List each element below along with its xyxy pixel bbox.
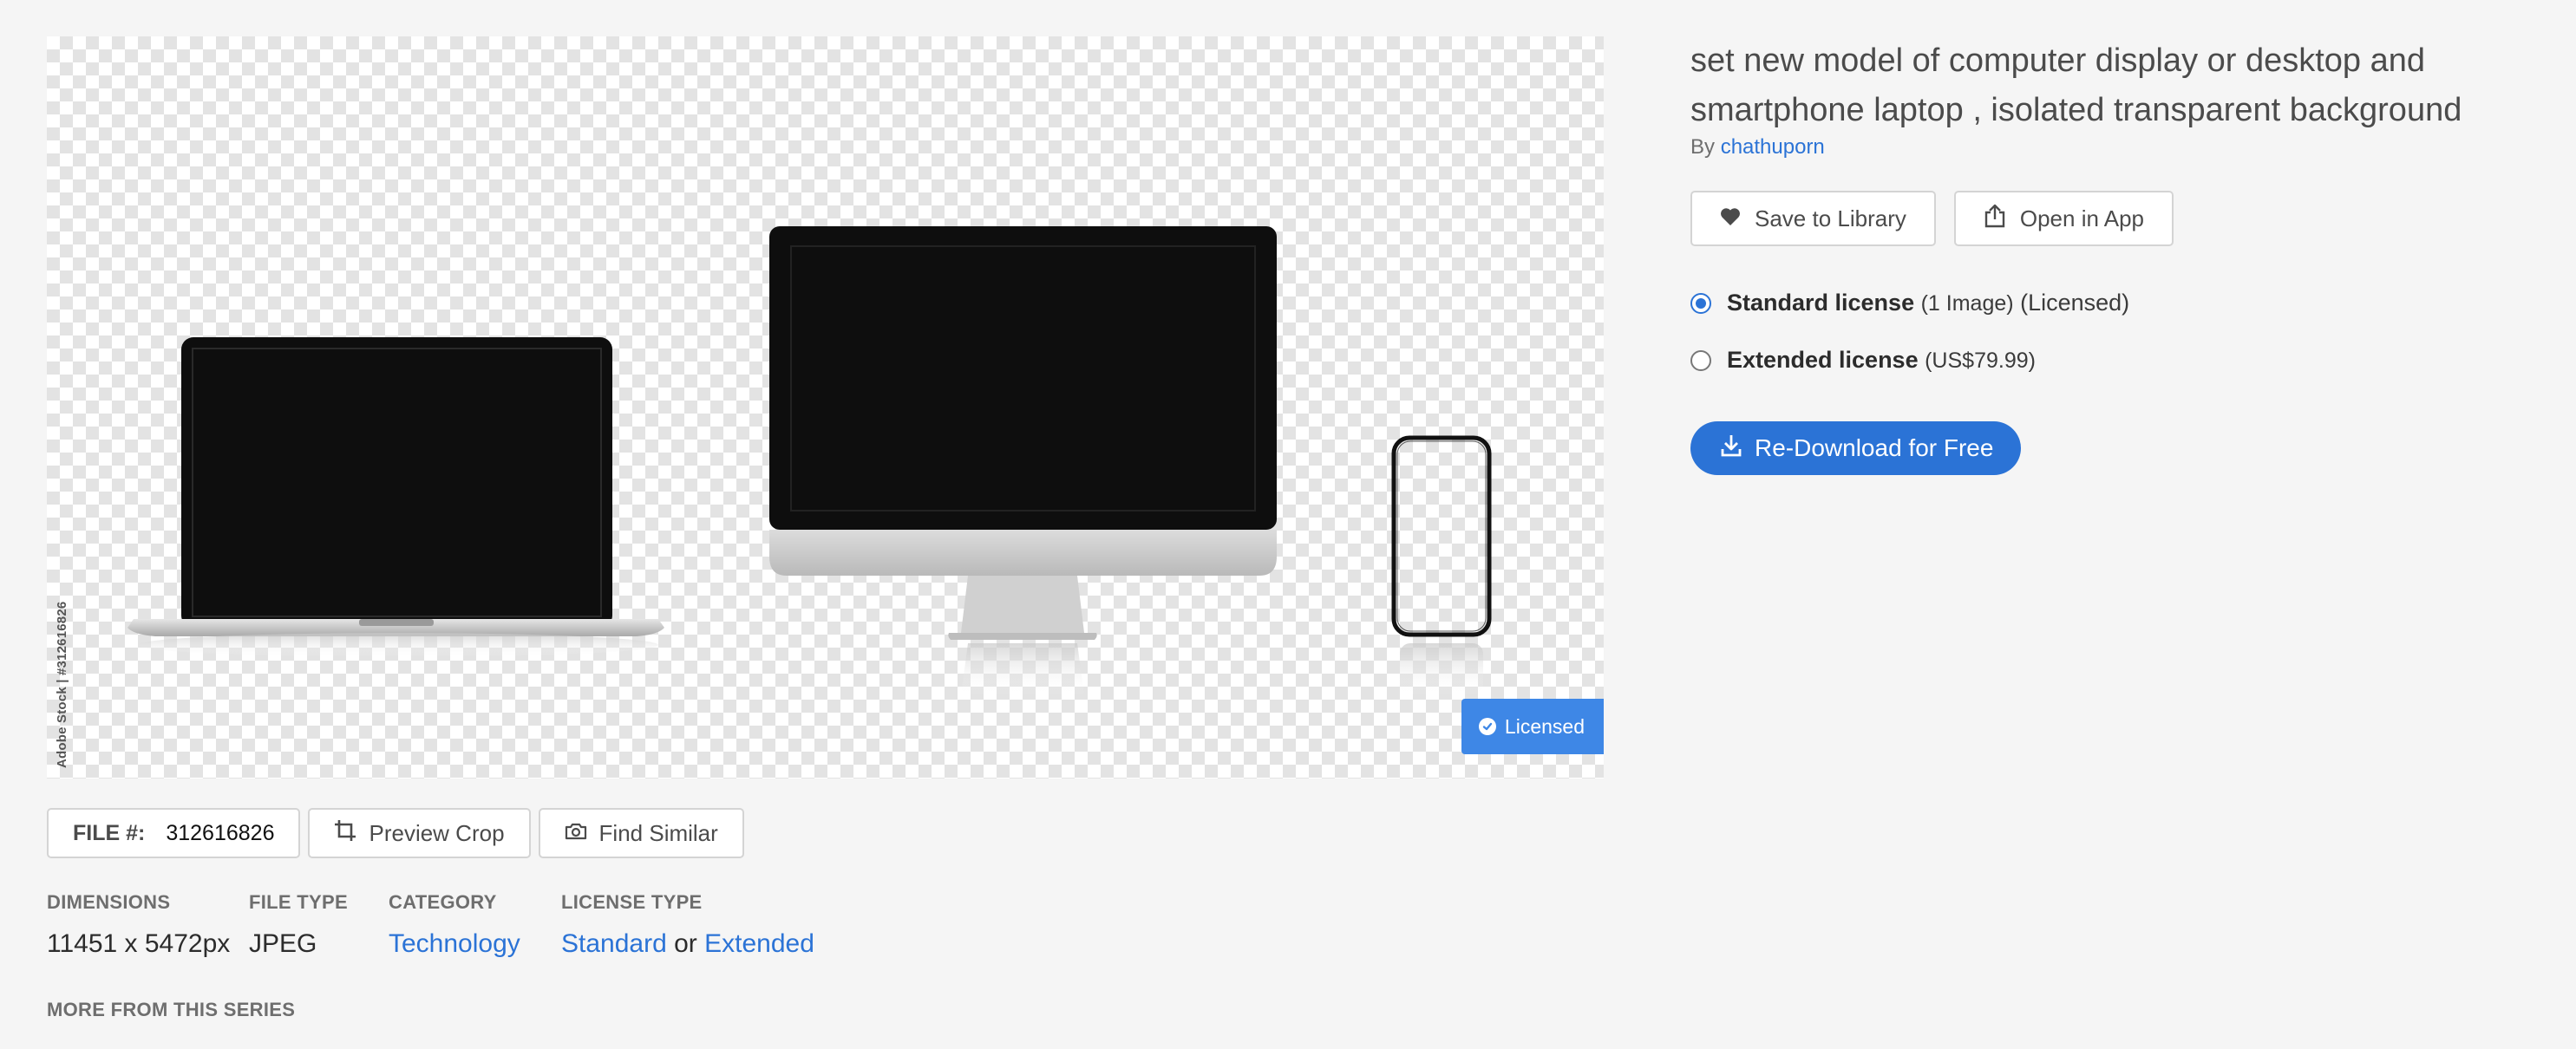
category-label: CATEGORY [389, 891, 497, 913]
find-similar-button[interactable]: Find Similar [538, 808, 744, 858]
camera-icon [565, 820, 587, 847]
open-in-app-label: Open in App [2019, 205, 2144, 231]
asset-actions: Save to Library Open in App [1690, 191, 2174, 246]
meta-dimensions: DIMENSIONS 11451 x 5472px [47, 891, 230, 959]
extended-license-radio[interactable] [1690, 349, 1711, 371]
asset-title: set new model of computer display or des… [1690, 42, 2462, 128]
crop-icon [334, 819, 356, 848]
preview-crop-button[interactable]: Preview Crop [308, 808, 531, 858]
dimensions-value: 11451 x 5472px [47, 929, 231, 958]
meta-filetype: FILE TYPE JPEG [249, 891, 348, 959]
check-circle-icon [1478, 718, 1496, 735]
standard-license-name: Standard license [1727, 290, 1915, 316]
licensed-badge: Licensed [1461, 699, 1604, 754]
extended-license-option[interactable]: Extended license (US$79.99) [1690, 347, 2036, 374]
preview-crop-label: Preview Crop [369, 819, 505, 846]
meta-license-type: LICENSE TYPE Standard or Extended [561, 891, 814, 959]
file-number-field[interactable]: FILE #: 312616826 [47, 808, 301, 858]
standard-license-radio[interactable] [1690, 292, 1711, 314]
filetype-label: FILE TYPE [249, 891, 348, 913]
licensed-badge-label: Licensed [1504, 714, 1585, 738]
devices-illustration [127, 226, 1492, 695]
filetype-value: JPEG [249, 929, 317, 958]
save-to-library-label: Save to Library [1755, 205, 1906, 231]
meta-category: CATEGORY Technology [389, 891, 520, 959]
author-byline: By chathuporn [1690, 135, 1825, 160]
download-icon [1720, 433, 1742, 464]
save-to-library-button[interactable]: Save to Library [1690, 191, 1936, 246]
desktop-monitor-graphic [769, 226, 1277, 695]
find-similar-label: Find Similar [598, 819, 718, 846]
dimensions-label: DIMENSIONS [47, 891, 171, 913]
laptop-graphic [127, 337, 664, 657]
file-number-value: 312616826 [166, 820, 275, 845]
heart-icon [1720, 205, 1741, 232]
license-type-label: LICENSE TYPE [561, 891, 703, 913]
file-toolbar: FILE #: 312616826 Preview Crop Find Simi… [47, 808, 744, 858]
standard-license-detail: (1 Image) [1920, 291, 2014, 316]
category-link[interactable]: Technology [389, 929, 520, 958]
author-link[interactable]: chathuporn [1721, 135, 1825, 159]
redownload-label: Re-Download for Free [1755, 434, 1994, 461]
extended-license-name: Extended license [1727, 347, 1919, 373]
file-number-label: FILE #: [73, 820, 146, 845]
standard-license-status: (Licensed) [2020, 290, 2130, 316]
redownload-button[interactable]: Re-Download for Free [1690, 421, 2022, 475]
extended-license-link[interactable]: Extended [704, 929, 814, 958]
standard-license-option[interactable]: Standard license (1 Image) (Licensed) [1690, 290, 2129, 316]
license-or-text: or [674, 929, 697, 958]
open-in-app-button[interactable]: Open in App [1953, 191, 2174, 246]
standard-license-link[interactable]: Standard [561, 929, 667, 958]
stock-image-preview[interactable]: Adobe Stock | #312616826 Licensed [47, 36, 1604, 779]
extended-license-price: (US$79.99) [1925, 349, 2036, 373]
share-icon [1984, 204, 2006, 234]
by-label: By [1690, 135, 1716, 159]
image-watermark: Adobe Stock | #312616826 [55, 601, 69, 768]
more-from-series-heading: MORE FROM THIS SERIES [47, 999, 296, 1020]
smartphone-graphic [1391, 435, 1492, 695]
